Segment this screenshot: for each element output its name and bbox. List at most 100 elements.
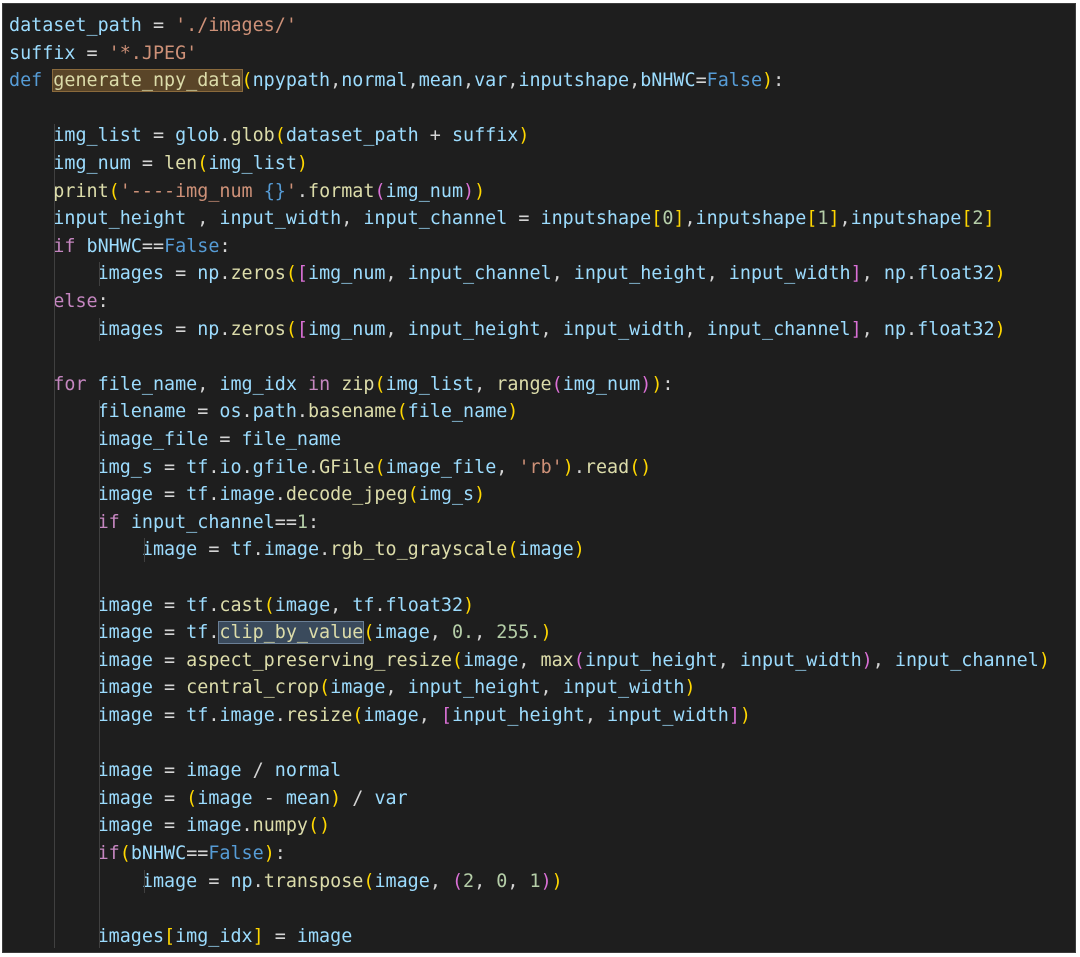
code-token: =	[696, 70, 707, 91]
code-token: .	[275, 484, 286, 505]
code-token: input_width	[607, 705, 729, 726]
code-token	[9, 374, 53, 395]
code-token: img_list	[386, 374, 475, 395]
code-line[interactable]: image = aspect_preserving_resize(image, …	[9, 647, 1050, 675]
code-token	[42, 70, 53, 91]
code-token: [	[651, 208, 662, 229]
code-token: image	[330, 677, 385, 698]
code-token: [	[441, 705, 452, 726]
code-token: img_num	[308, 319, 386, 340]
code-token: =	[164, 263, 197, 284]
code-line[interactable]: image = tf.image.rgb_to_grayscale(image)	[9, 536, 585, 564]
code-token: image	[186, 815, 241, 836]
code-line[interactable]: if bNHWC==False:	[9, 233, 231, 261]
code-token: input_height	[452, 705, 585, 726]
code-token: generate_npy_data	[53, 70, 241, 91]
code-token: ,	[463, 70, 474, 91]
code-token: tf	[186, 705, 208, 726]
code-token: image	[98, 815, 153, 836]
code-line[interactable]: image = np.transpose(image, (2, 0, 1))	[9, 868, 563, 896]
code-token: (	[374, 374, 385, 395]
code-token: .	[906, 263, 917, 284]
code-line[interactable]: input_height , input_width, input_channe…	[9, 205, 995, 233]
code-token: (	[286, 319, 297, 340]
code-line[interactable]: suffix = '*.JPEG'	[9, 40, 197, 68]
code-token	[9, 125, 53, 146]
code-token: )	[1039, 650, 1050, 671]
code-token: else	[53, 291, 97, 312]
code-line[interactable]: image = image.numpy()	[9, 812, 330, 840]
code-line[interactable]: if input_channel==1:	[9, 509, 319, 537]
code-token: input_width	[729, 263, 851, 284]
code-line[interactable]: images = np.zeros([img_num, input_channe…	[9, 260, 1006, 288]
code-token: (	[109, 181, 120, 202]
code-token: [	[297, 263, 308, 284]
code-token: .	[208, 484, 219, 505]
code-token: =	[186, 401, 219, 422]
code-token: 0	[496, 871, 507, 892]
code-token: )	[297, 153, 308, 174]
code-line[interactable]: def generate_npy_data(npypath,normal,mea…	[9, 67, 784, 95]
code-token: ,	[629, 70, 640, 91]
code-token: clip_by_value	[219, 622, 363, 643]
code-token: )	[330, 788, 341, 809]
code-token: ,	[474, 871, 496, 892]
code-token: image	[98, 595, 153, 616]
code-line[interactable]: img_list = glob.glob(dataset_path + suff…	[9, 122, 529, 150]
code-token: ,	[507, 871, 529, 892]
code-token: )	[474, 181, 485, 202]
code-token	[9, 291, 53, 312]
code-token: '*.JPEG'	[109, 43, 198, 64]
code-token: inputshape	[851, 208, 962, 229]
code-line[interactable]: image = central_crop(image, input_height…	[9, 674, 696, 702]
code-line[interactable]: image_file = file_name	[9, 426, 341, 454]
code-token: print	[53, 181, 108, 202]
code-token: image	[98, 788, 153, 809]
code-token: [	[164, 926, 175, 947]
code-token: .	[219, 319, 230, 340]
code-line[interactable]: img_s = tf.io.gfile.GFile(image_file, 'r…	[9, 454, 651, 482]
code-line[interactable]: image = tf.cast(image, tf.float32)	[9, 592, 474, 620]
code-token: transpose	[264, 871, 364, 892]
code-token: suffix	[9, 43, 75, 64]
code-token: (	[120, 843, 131, 864]
code-line[interactable]: image = tf.image.decode_jpeg(img_s)	[9, 481, 485, 509]
code-token: .	[242, 401, 253, 422]
code-token: ,	[419, 705, 441, 726]
code-line[interactable]: images = np.zeros([img_num, input_height…	[9, 316, 1006, 344]
code-line[interactable]: filename = os.path.basename(file_name)	[9, 398, 518, 426]
code-token: ]	[851, 263, 862, 284]
code-token: file_name	[408, 401, 508, 422]
code-line[interactable]: else:	[9, 288, 109, 316]
code-editor[interactable]: dataset_path = './images/'suffix = '*.JP…	[2, 3, 1076, 953]
code-line[interactable]: images[img_idx] = image	[9, 923, 352, 951]
code-token: image	[518, 539, 573, 560]
code-token: for	[53, 374, 86, 395]
code-line[interactable]: print('----img_num {}'.format(img_num))	[9, 178, 485, 206]
code-token: tf	[186, 457, 208, 478]
code-token: .	[319, 539, 330, 560]
code-token: inputshape	[696, 208, 807, 229]
code-token	[75, 236, 86, 257]
code-token: )	[762, 70, 773, 91]
code-token: (	[397, 401, 408, 422]
code-token: var	[374, 788, 407, 809]
code-line[interactable]: image = tf.clip_by_value(image, 0., 255.…	[9, 619, 552, 647]
code-token: ,	[685, 319, 707, 340]
code-token: image	[363, 705, 418, 726]
code-token: tf	[186, 484, 208, 505]
code-line[interactable]: dataset_path = './images/'	[9, 12, 297, 40]
code-token	[9, 236, 53, 257]
code-line[interactable]: if(bNHWC==False):	[9, 840, 286, 868]
code-token: -	[253, 788, 286, 809]
code-token: 1	[530, 871, 541, 892]
code-line[interactable]: for file_name, img_idx in zip(img_list, …	[9, 371, 673, 399]
code-token: '----img_num	[120, 181, 264, 202]
code-line[interactable]: image = image / normal	[9, 757, 341, 785]
code-line[interactable]: image = (image - mean) / var	[9, 785, 408, 813]
code-line[interactable]: image = tf.image.resize(image, [input_he…	[9, 702, 751, 730]
indent-guide	[99, 262, 100, 286]
code-token: filename	[98, 401, 187, 422]
code-token: ]	[673, 208, 684, 229]
code-token: )	[518, 125, 529, 146]
